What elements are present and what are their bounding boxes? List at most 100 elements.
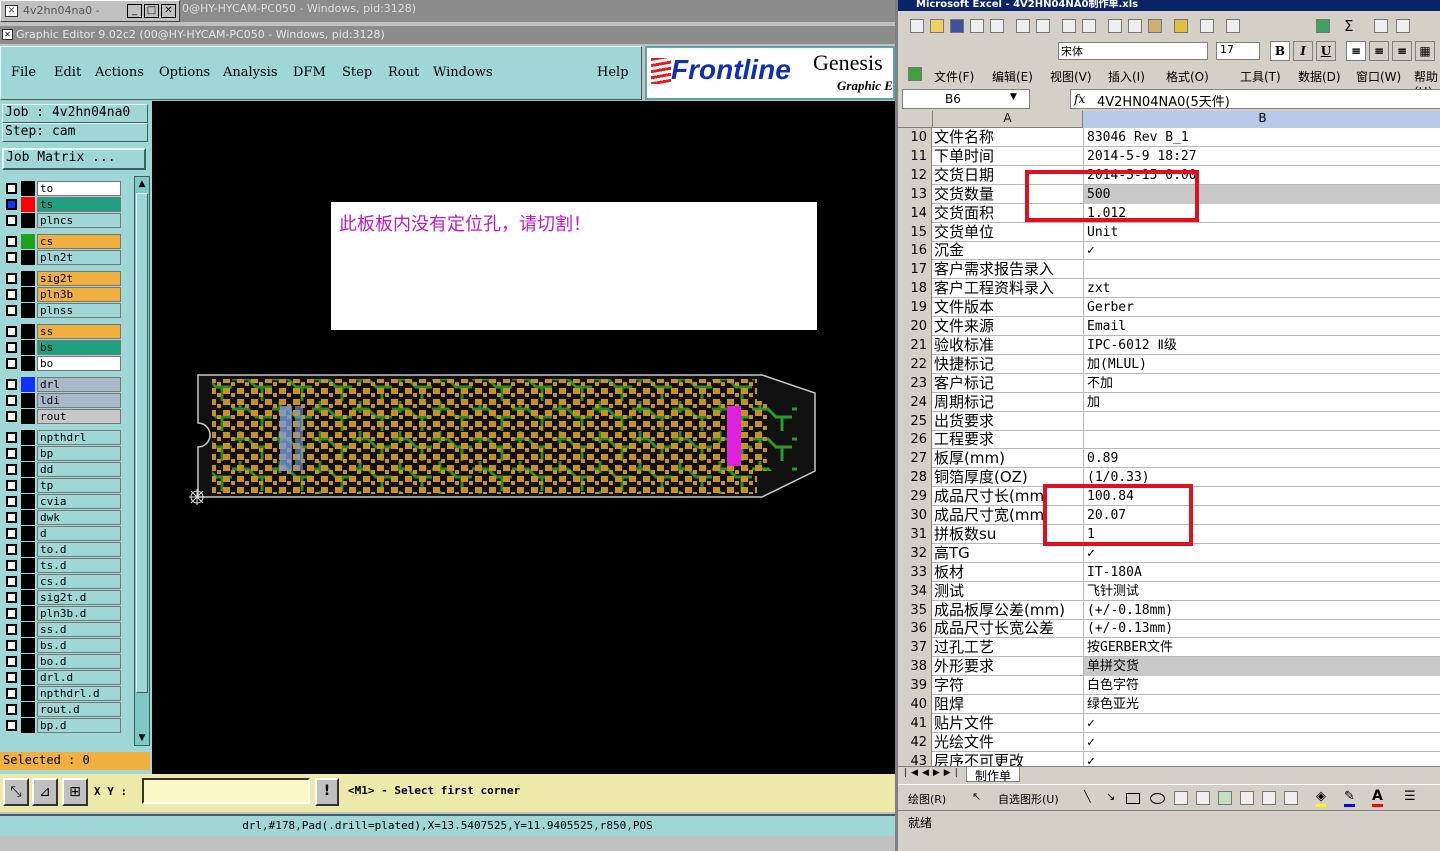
draw-menu[interactable]: 绘图(R)	[908, 791, 946, 807]
sheet-row[interactable]: 15 交货单位 Unit	[898, 222, 1440, 242]
row-number[interactable]: 38	[898, 657, 932, 677]
column-header-a[interactable]: A	[933, 111, 1083, 128]
layer-color-swatch[interactable]	[21, 303, 35, 318]
sheet-row[interactable]: 38 外形要求 单拼交货	[898, 657, 1440, 677]
layer-color-swatch[interactable]	[21, 718, 35, 733]
menu-help[interactable]: Help	[597, 65, 629, 80]
layer-row-ss-d[interactable]: ss.d	[2, 622, 121, 637]
sheet-row[interactable]: 24 周期标记加	[898, 392, 1440, 412]
cell-b[interactable]: ✓	[1083, 713, 1440, 733]
row-number[interactable]: 26	[898, 430, 932, 450]
row-number[interactable]: 22	[898, 354, 932, 374]
sheet-row[interactable]: 39 字符 白色字符	[898, 676, 1440, 696]
row-number[interactable]: 11	[898, 146, 932, 166]
autoshape-menu[interactable]: 自选图形(U)	[998, 791, 1059, 807]
layer-color-swatch[interactable]	[21, 478, 35, 493]
layer-checkbox[interactable]	[6, 379, 17, 390]
cell-b[interactable]: 单拼交货	[1083, 657, 1440, 677]
layer-checkbox[interactable]	[6, 432, 17, 443]
row-number[interactable]: 20	[898, 317, 932, 336]
layer-name[interactable]: dwk	[37, 510, 121, 525]
layer-name[interactable]: bp	[37, 446, 121, 461]
row-number[interactable]: 16	[898, 241, 932, 261]
rectangle-icon[interactable]	[1126, 793, 1140, 804]
layer-color-swatch[interactable]	[21, 702, 35, 717]
layer-row-drl-d[interactable]: drl.d	[2, 670, 121, 685]
sheet-row[interactable]: 42 光绘文件 ✓	[898, 732, 1440, 752]
wordart-icon[interactable]	[1218, 791, 1232, 805]
layer-color-swatch[interactable]	[21, 462, 35, 477]
cell-b[interactable]: 0.89	[1083, 449, 1440, 469]
layer-color-swatch[interactable]	[21, 213, 35, 228]
cell-a[interactable]: 客户工程资料录入	[934, 279, 1082, 298]
undo-icon[interactable]	[1200, 19, 1214, 33]
layer-checkbox[interactable]	[6, 624, 17, 635]
print-preview-icon[interactable]	[1036, 19, 1050, 33]
layer-checkbox[interactable]	[6, 512, 17, 523]
select-arrow-icon[interactable]: ↖	[972, 790, 981, 803]
sheet-row[interactable]: 22 快捷标记 加(MLUL)	[898, 354, 1440, 374]
layer-checkbox[interactable]	[6, 326, 17, 337]
row-number[interactable]: 39	[898, 676, 932, 696]
xmenu-window[interactable]: 窗口(W)	[1356, 68, 1401, 85]
layer-name[interactable]: dd	[37, 462, 121, 477]
layer-checkbox[interactable]	[6, 560, 17, 571]
layer-row-rout[interactable]: rout	[2, 409, 121, 424]
layer-name[interactable]: bp.d	[37, 718, 121, 733]
row-number[interactable]: 42	[898, 732, 932, 752]
layer-checkbox[interactable]	[6, 704, 17, 715]
cell-b[interactable]: ✓	[1083, 241, 1440, 261]
row-number[interactable]: 17	[898, 260, 932, 280]
cell-b[interactable]	[1083, 260, 1440, 280]
sort-descending-icon[interactable]	[1396, 19, 1410, 33]
sheet-row[interactable]: 35 成品板厚公差(mm) (+/-0.18mm)	[898, 600, 1440, 620]
layer-checkbox[interactable]	[6, 236, 17, 247]
row-number[interactable]: 21	[898, 335, 932, 355]
clipart-icon[interactable]	[1262, 791, 1276, 805]
layer-checkbox[interactable]	[6, 305, 17, 316]
layer-checkbox[interactable]	[6, 411, 17, 422]
scroll-up-arrow[interactable]: ▲	[136, 178, 148, 190]
xmenu-file[interactable]: 文件(F)	[934, 68, 974, 85]
layer-row-pln3b-d[interactable]: pln3b.d	[2, 606, 121, 621]
layer-row-bs[interactable]: bs	[2, 340, 121, 355]
cell-a[interactable]: 过孔工艺	[934, 638, 1082, 657]
cell-b[interactable]: Email	[1083, 317, 1440, 336]
layer-checkbox[interactable]	[6, 358, 17, 369]
layer-name[interactable]: ts.d	[37, 558, 121, 573]
layer-row-bp[interactable]: bp	[2, 446, 121, 461]
layer-color-swatch[interactable]	[21, 271, 35, 286]
minimize-button[interactable]: _	[127, 4, 142, 18]
cell-b[interactable]: 2014-5-9 18:27	[1083, 146, 1440, 166]
layer-checkbox[interactable]	[6, 464, 17, 475]
font-name-box[interactable]: 宋体	[1058, 42, 1208, 60]
layer-checkbox[interactable]	[6, 342, 17, 353]
layer-row-tp[interactable]: tp	[2, 478, 121, 493]
layer-color-swatch[interactable]	[21, 686, 35, 701]
cell-a[interactable]: 板材	[934, 563, 1082, 582]
close-button[interactable]: ✕	[161, 4, 176, 18]
cell-b[interactable]: 83046 Rev B_1	[1083, 128, 1440, 147]
job-matrix-button[interactable]: Job Matrix ...	[2, 148, 146, 170]
redo-icon[interactable]	[1226, 19, 1240, 33]
row-number[interactable]: 24	[898, 392, 932, 412]
layer-row-sig2t[interactable]: sig2t	[2, 271, 121, 286]
layer-name[interactable]: to.d	[37, 542, 121, 557]
font-size-box[interactable]: 17	[1216, 42, 1260, 60]
sheet-row[interactable]: 26 工程要求	[898, 430, 1440, 450]
layer-row-pln2t[interactable]: pln2t	[2, 250, 121, 265]
cell-a[interactable]: 成品板厚公差(mm)	[934, 601, 1082, 620]
research-icon[interactable]	[1082, 19, 1096, 33]
menu-edit[interactable]: Edit	[54, 65, 81, 80]
graphic-canvas[interactable]: 此板板内没有定位孔，请切割！	[152, 101, 895, 774]
cell-b[interactable]: 白色字符	[1083, 676, 1440, 696]
grid-tool-icon[interactable]: ⊞	[62, 778, 88, 806]
cell-a[interactable]: 周期标记	[934, 393, 1082, 412]
row-number[interactable]: 14	[898, 203, 932, 223]
cell-b[interactable]: (+/-0.13mm)	[1083, 619, 1440, 639]
row-number[interactable]: 13	[898, 184, 932, 204]
oval-icon[interactable]	[1150, 793, 1165, 804]
hyperlink-icon[interactable]	[1316, 19, 1330, 33]
layer-checkbox[interactable]	[6, 592, 17, 603]
format-painter-icon[interactable]	[1174, 19, 1188, 33]
